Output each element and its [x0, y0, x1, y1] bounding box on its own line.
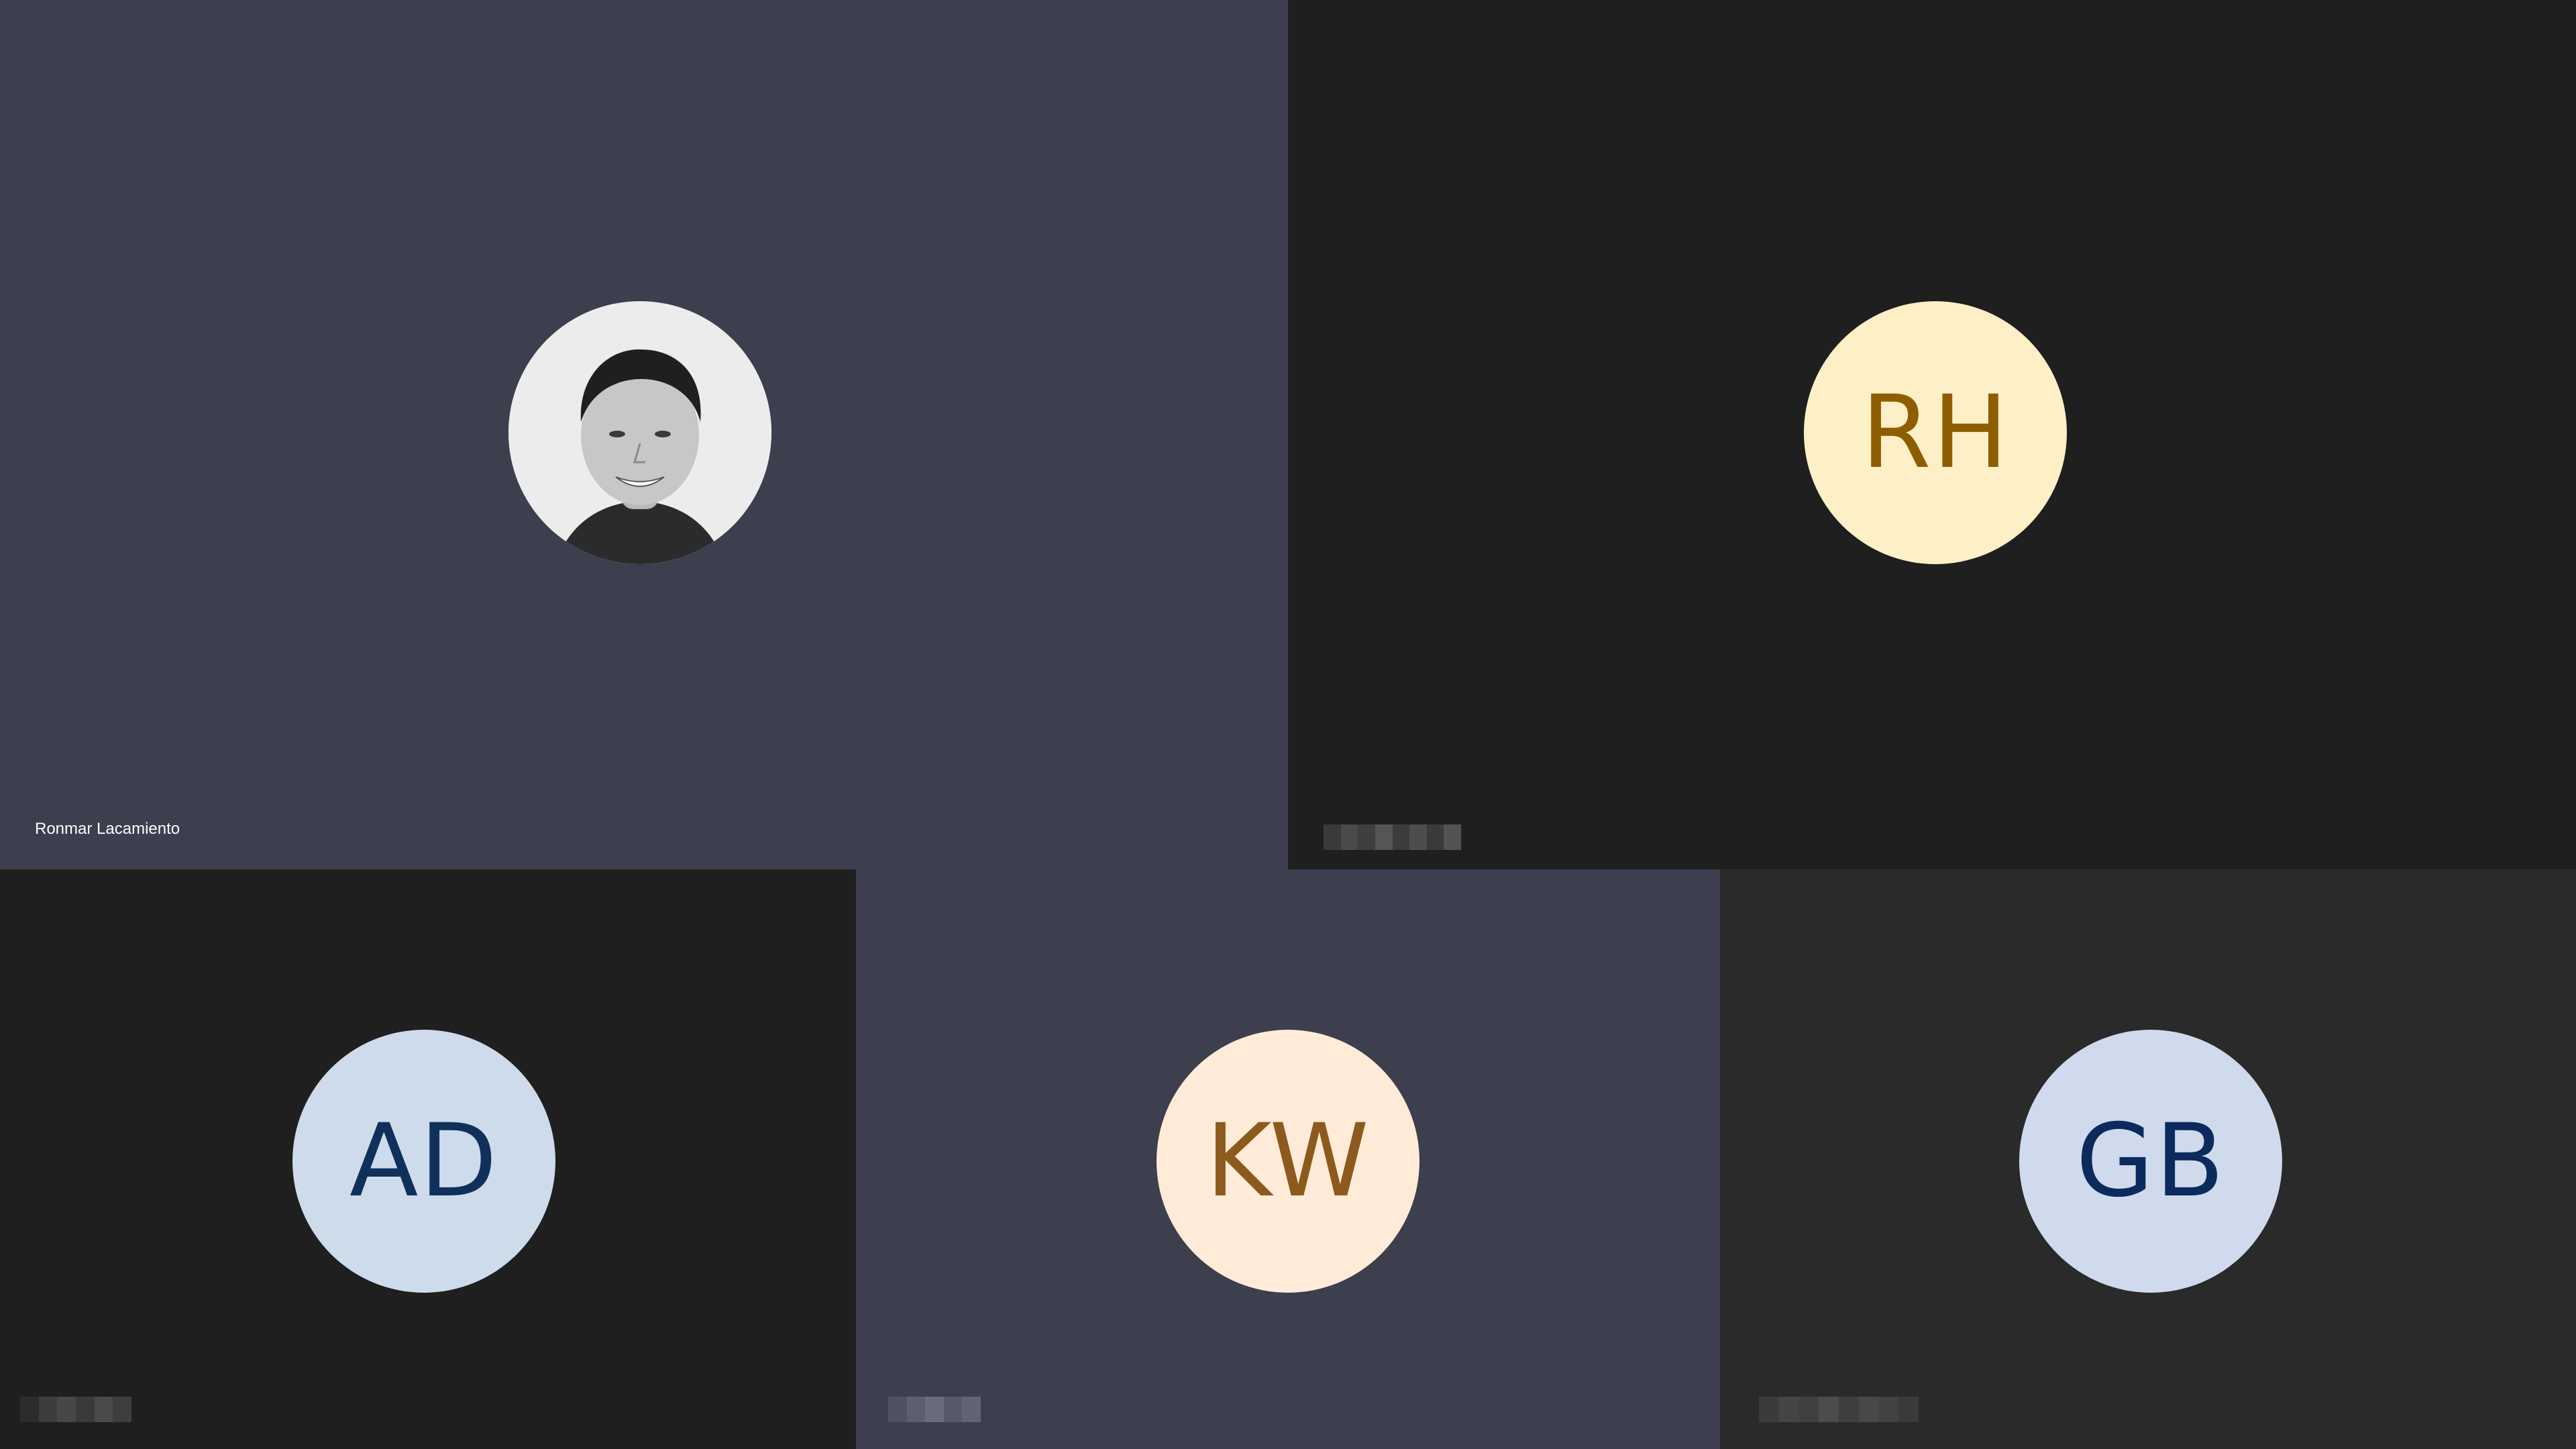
avatar-initials-text: RH: [1861, 374, 2010, 491]
avatar-initials-text: AD: [349, 1103, 499, 1220]
participant-tile-rh[interactable]: RH: [1288, 0, 2576, 869]
redacted-name-label: [1759, 1397, 1919, 1422]
person-photo-icon: [508, 301, 771, 564]
participant-tile-kw[interactable]: KW: [856, 869, 1720, 1449]
avatar-initials-text: KW: [1205, 1103, 1371, 1220]
participant-tile-ronmar[interactable]: Ronmar Lacamiento: [0, 0, 1288, 869]
redacted-name-label: [888, 1397, 981, 1422]
participant-name-label: Ronmar Lacamiento: [35, 820, 180, 838]
participant-avatar-photo: [508, 301, 771, 564]
participant-avatar-initials: GB: [2019, 1030, 2282, 1293]
participant-avatar-initials: RH: [1804, 301, 2067, 564]
participant-tile-gb[interactable]: GB: [1720, 869, 2576, 1449]
participant-avatar-initials: KW: [1157, 1030, 1419, 1293]
participant-avatar-initials: AD: [292, 1030, 555, 1293]
redacted-name-label: [20, 1397, 132, 1422]
avatar-initials-text: GB: [2076, 1103, 2226, 1220]
participant-tile-ad[interactable]: AD: [0, 869, 856, 1449]
redacted-name-label: [1324, 824, 1461, 850]
